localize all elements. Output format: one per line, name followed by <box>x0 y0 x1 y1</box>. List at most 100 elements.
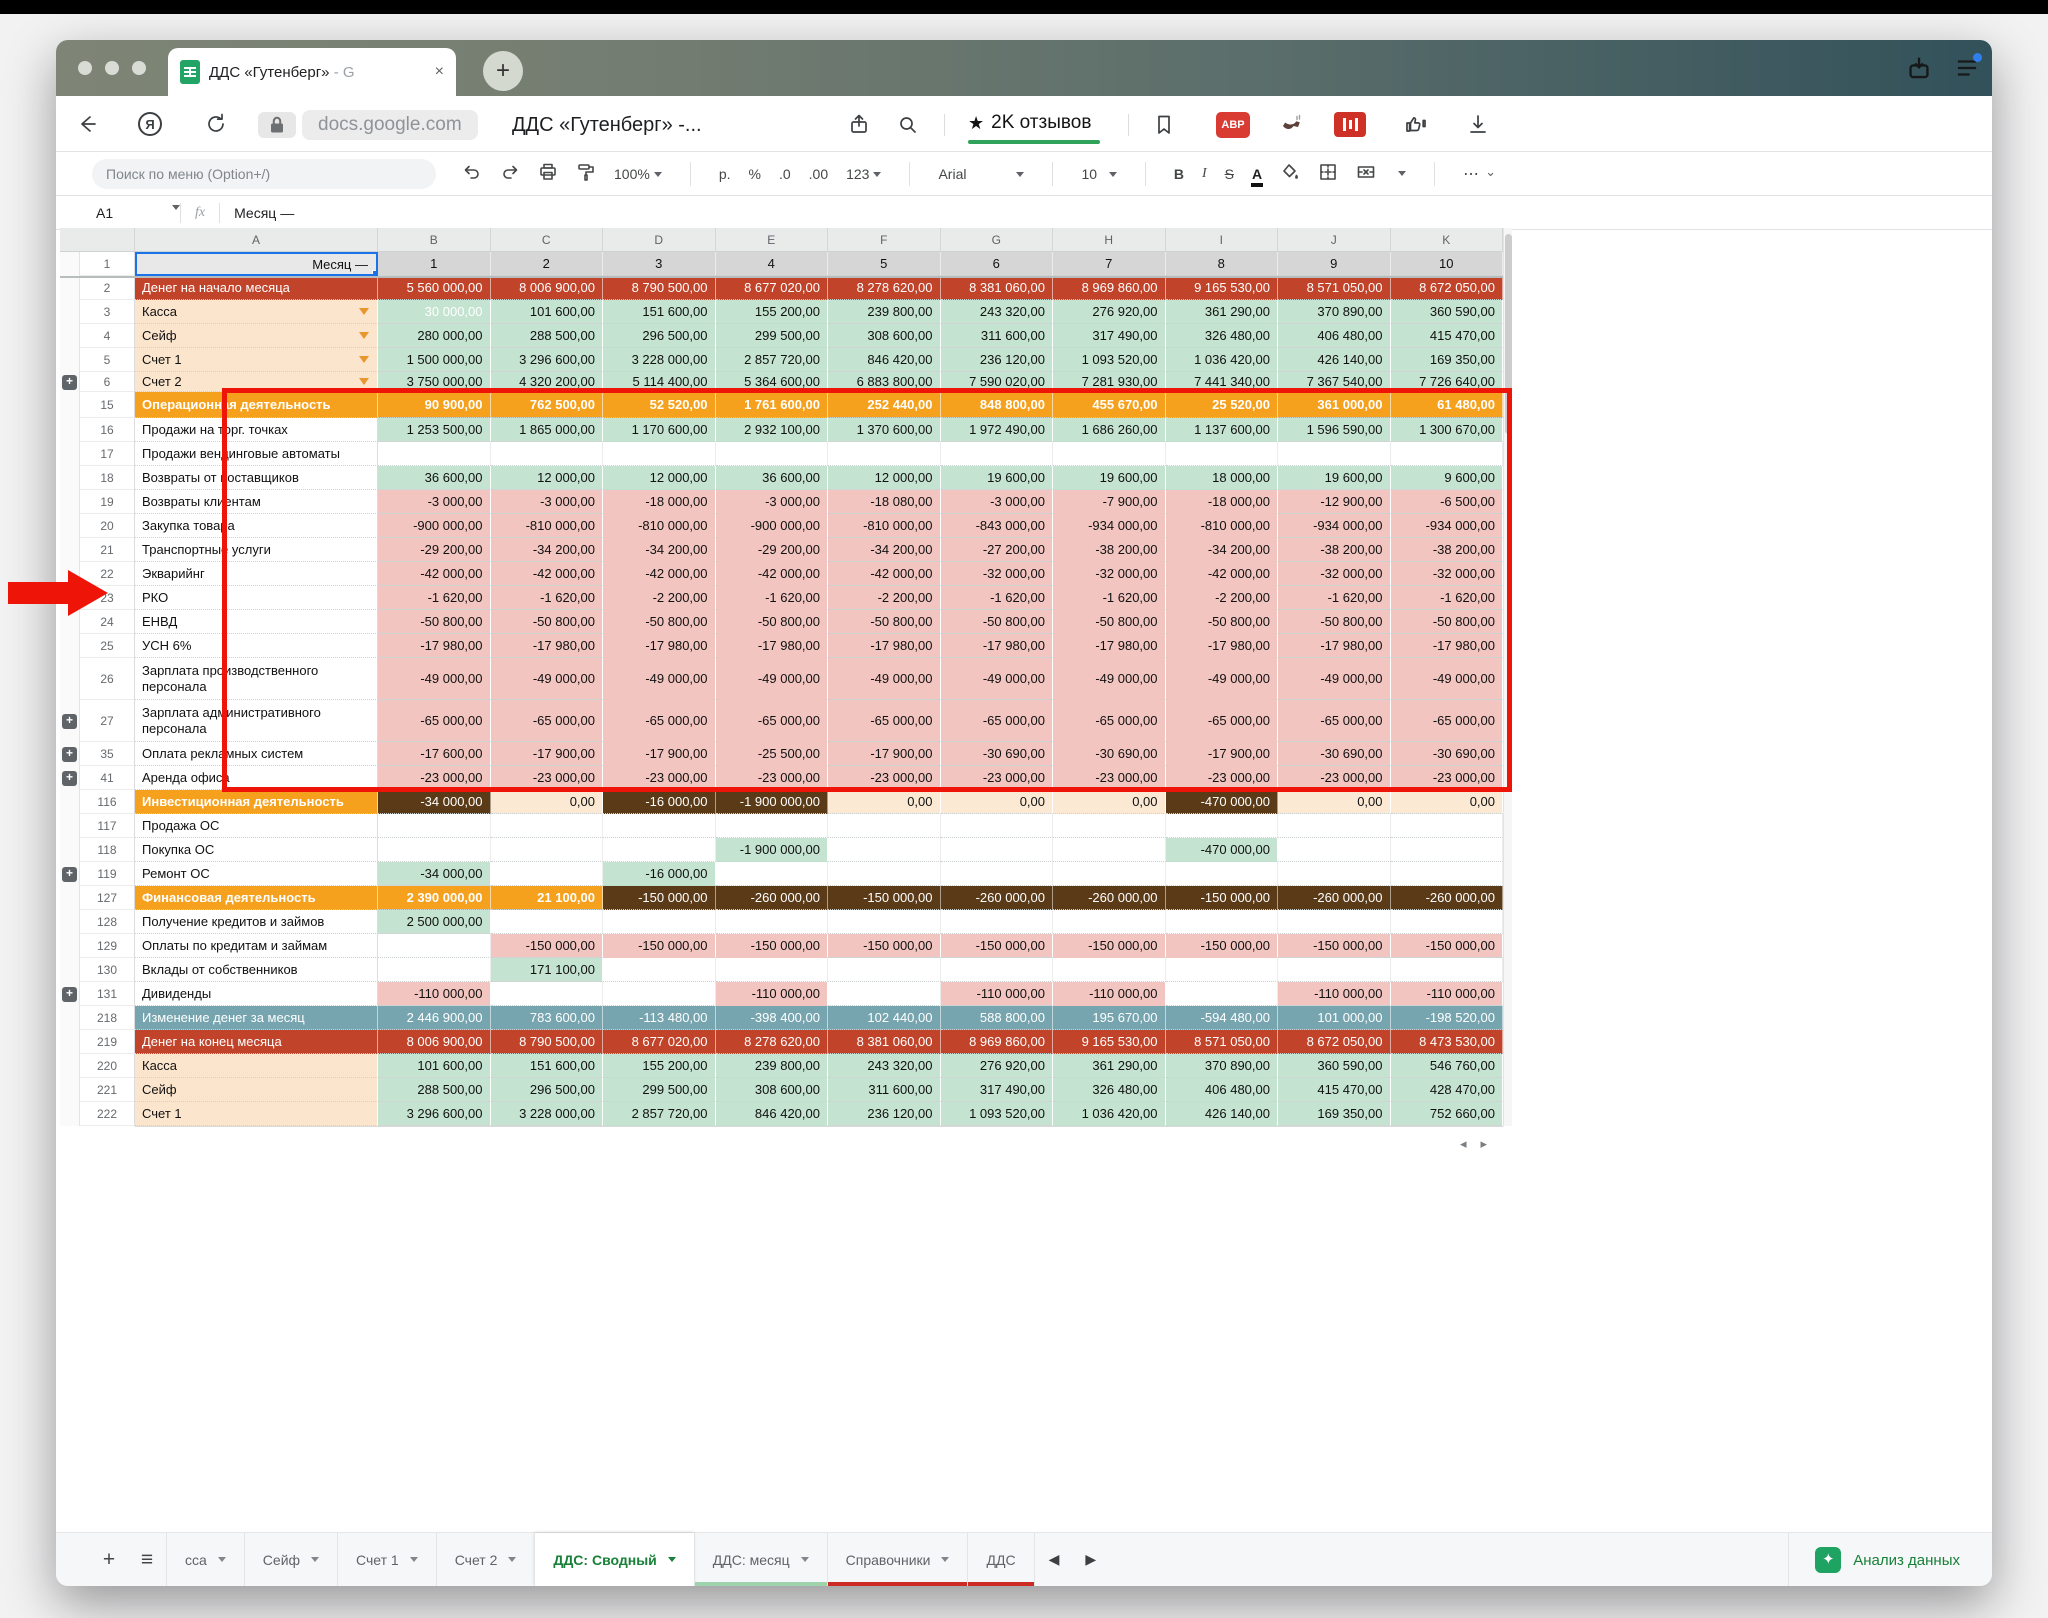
grid-cell[interactable]: 296 500,00 <box>490 1078 603 1102</box>
column-header-K[interactable]: K <box>1390 228 1503 252</box>
sheet-tab-3[interactable]: Счет 1 <box>337 1533 436 1586</box>
grid-cell[interactable]: -23 000,00 <box>1165 766 1278 790</box>
grid-cell[interactable]: -17 980,00 <box>1165 634 1278 658</box>
row-number[interactable]: 130 <box>80 958 135 982</box>
grid-cell[interactable]: -49 000,00 <box>1165 658 1278 700</box>
grid-cell[interactable]: -23 000,00 <box>940 766 1053 790</box>
column-header-J[interactable]: J <box>1278 228 1391 252</box>
expand-group-icon[interactable]: + <box>62 866 77 882</box>
grid-cell[interactable]: 846 420,00 <box>715 1102 828 1126</box>
lock-icon[interactable] <box>258 112 296 138</box>
row-number[interactable]: 23 <box>80 586 135 610</box>
grid-cell[interactable] <box>715 958 828 982</box>
row-label-cell[interactable]: РКО <box>135 586 378 610</box>
row-label-cell[interactable]: Получение кредитов и займов <box>135 910 378 934</box>
grid-cell[interactable]: -23 000,00 <box>378 766 491 790</box>
grid-cell[interactable] <box>378 838 491 862</box>
zoom-select[interactable]: 100% <box>614 166 662 182</box>
row-number[interactable]: 16 <box>80 418 135 442</box>
grid-cell[interactable]: 61 480,00 <box>1390 392 1503 418</box>
grid-cell[interactable]: -23 000,00 <box>1053 766 1166 790</box>
grid-cell[interactable] <box>603 910 716 934</box>
grid-cell[interactable]: -65 000,00 <box>490 700 603 742</box>
grid-cell[interactable]: -1 620,00 <box>490 586 603 610</box>
grid-cell[interactable]: -150 000,00 <box>1165 934 1278 958</box>
grid-cell[interactable]: -17 980,00 <box>940 634 1053 658</box>
redo-icon[interactable] <box>500 162 520 185</box>
row-number[interactable]: 221 <box>80 1078 135 1102</box>
grid-cell[interactable]: 21 100,00 <box>490 886 603 910</box>
grid-cell[interactable]: -49 000,00 <box>828 658 941 700</box>
grid-cell[interactable] <box>603 958 716 982</box>
grid-cell[interactable] <box>603 442 716 466</box>
row-number[interactable]: 220 <box>80 1054 135 1078</box>
grid-cell[interactable]: -32 000,00 <box>1390 562 1503 586</box>
merge-cells-icon[interactable] <box>1356 162 1376 185</box>
format-percent-button[interactable]: % <box>749 166 761 182</box>
grid-cell[interactable] <box>828 958 941 982</box>
column-header-E[interactable]: E <box>715 228 828 252</box>
grid-cell[interactable]: -23 000,00 <box>715 766 828 790</box>
grid-cell[interactable]: -23 000,00 <box>603 766 716 790</box>
grid-cell[interactable]: -34 000,00 <box>378 790 491 814</box>
grid-cell[interactable] <box>1390 910 1503 934</box>
back-icon[interactable] <box>74 110 102 138</box>
grid-cell[interactable]: -25 500,00 <box>715 742 828 766</box>
grid-cell[interactable]: 236 120,00 <box>940 348 1053 372</box>
grid-cell[interactable]: -65 000,00 <box>378 700 491 742</box>
grid-cell[interactable]: -810 000,00 <box>490 514 603 538</box>
row-label-cell[interactable]: Зарплата административного персонала <box>135 700 378 742</box>
window-controls[interactable] <box>78 61 146 75</box>
row-label-cell[interactable]: Ремонт ОС <box>135 862 378 886</box>
grid-cell[interactable]: -16 000,00 <box>603 790 716 814</box>
grid-cell[interactable]: -6 500,00 <box>1390 490 1503 514</box>
grid-cell[interactable]: 848 800,00 <box>940 392 1053 418</box>
row-label-cell[interactable]: Счет 1 <box>135 348 378 372</box>
column-header-A[interactable]: A <box>135 228 378 252</box>
grid-cell[interactable] <box>828 862 941 886</box>
grid-cell[interactable]: -65 000,00 <box>1278 700 1391 742</box>
grid-cell[interactable] <box>1165 862 1278 886</box>
grid-cell[interactable]: 361 000,00 <box>1278 392 1391 418</box>
grid-cell[interactable]: -260 000,00 <box>1278 886 1391 910</box>
share-icon[interactable] <box>846 111 874 139</box>
grid-cell[interactable]: 101 600,00 <box>490 300 603 324</box>
grid-cell[interactable]: 1 036 420,00 <box>1053 1102 1166 1126</box>
grid-cell[interactable]: 102 440,00 <box>828 1006 941 1030</box>
grid-cell[interactable] <box>1053 862 1166 886</box>
grid-cell[interactable]: 296 500,00 <box>603 324 716 348</box>
grid-cell[interactable] <box>715 442 828 466</box>
grid-cell[interactable]: -49 000,00 <box>715 658 828 700</box>
grid-cell[interactable]: -34 000,00 <box>378 862 491 886</box>
grid-cell[interactable]: -17 900,00 <box>490 742 603 766</box>
grid-cell[interactable]: -23 000,00 <box>1278 766 1391 790</box>
dropdown-triangle-icon[interactable] <box>359 356 369 363</box>
grid-cell[interactable]: -17 980,00 <box>1278 634 1391 658</box>
grid-cell[interactable]: -810 000,00 <box>828 514 941 538</box>
grid-cell[interactable]: 415 470,00 <box>1278 1078 1391 1102</box>
grid-cell[interactable]: 52 520,00 <box>603 392 716 418</box>
dropdown-triangle-icon[interactable] <box>359 378 369 385</box>
grid-cell[interactable]: 8 677 020,00 <box>715 276 828 300</box>
adblock-extension-icon[interactable]: ABP <box>1216 112 1250 138</box>
grid-cell[interactable]: -30 690,00 <box>940 742 1053 766</box>
grid-cell[interactable]: -150 000,00 <box>1165 886 1278 910</box>
grid-cell[interactable]: 9 165 530,00 <box>1165 276 1278 300</box>
row-label-cell[interactable]: Счет 1 <box>135 1102 378 1126</box>
grid-cell[interactable]: 299 500,00 <box>715 324 828 348</box>
grid-cell[interactable]: 276 920,00 <box>1053 300 1166 324</box>
zoom-search-icon[interactable] <box>894 111 922 139</box>
grid-cell[interactable]: 1 137 600,00 <box>1165 418 1278 442</box>
row-label-cell[interactable]: Изменение денег за месяц <box>135 1006 378 1030</box>
grid-cell[interactable]: -3 000,00 <box>378 490 491 514</box>
grid-cell[interactable]: -810 000,00 <box>603 514 716 538</box>
grid-cell[interactable]: -65 000,00 <box>1165 700 1278 742</box>
expand-group-icon[interactable]: + <box>62 770 77 786</box>
row-label-cell[interactable]: Закупка товара <box>135 514 378 538</box>
new-tab-button[interactable]: + <box>483 51 523 91</box>
reviews-badge[interactable]: ★ 2K отзывов <box>968 112 1091 134</box>
grid-cell[interactable] <box>490 838 603 862</box>
row-label-cell[interactable]: Месяц — <box>135 252 378 276</box>
grid-cell[interactable]: -38 200,00 <box>1278 538 1391 562</box>
row-number[interactable]: 131 <box>80 982 135 1006</box>
